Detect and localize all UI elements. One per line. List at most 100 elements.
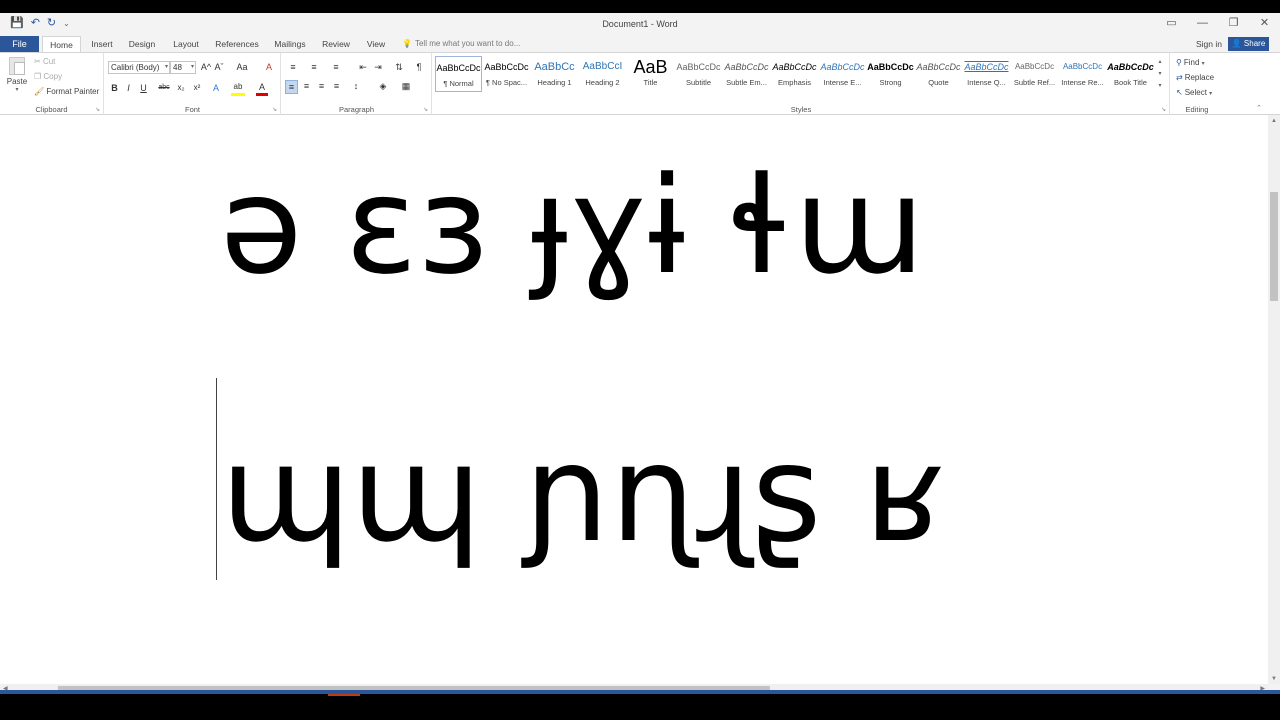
tab-layout[interactable]: Layout (167, 36, 205, 52)
find-button[interactable]: ⚲ Find ▾ (1176, 58, 1205, 67)
style-subtitle[interactable]: AaBbCcDc Subtitle (675, 56, 722, 92)
find-label: Find (1183, 58, 1200, 67)
style-name: Subtle Ref... (1013, 78, 1056, 87)
bullets-icon[interactable]: ≡ (285, 61, 301, 73)
style-book-title[interactable]: AaBbCcDc Book Title (1107, 56, 1154, 92)
align-left-icon[interactable]: ≡ (285, 80, 298, 94)
more-styles-icon[interactable]: ▾ (1156, 80, 1164, 92)
grow-font-button[interactable]: A^ (200, 61, 212, 73)
collapse-ribbon-icon[interactable]: ⌃ (1256, 104, 1262, 112)
shading-icon[interactable]: ◈ (376, 80, 390, 92)
styles-dialog-launcher-icon[interactable]: ↘ (1161, 106, 1166, 113)
font-color-button[interactable]: A (256, 81, 268, 96)
close-button[interactable]: ✕ (1249, 13, 1280, 36)
tab-insert[interactable]: Insert (86, 36, 118, 52)
text-effects-button[interactable]: A (210, 82, 222, 94)
tell-me-search[interactable]: 💡 Tell me what you want to do... (402, 36, 520, 52)
tab-mailings[interactable]: Mailings (269, 36, 311, 52)
document-line-1[interactable]: ə ɛɜ ɟɣɨ ɬɯ (220, 159, 924, 293)
style-emphasis[interactable]: AaBbCcDc Emphasis (771, 56, 818, 92)
restore-button[interactable]: ❐ (1218, 13, 1249, 36)
tab-file[interactable]: File (0, 36, 39, 52)
change-case-button[interactable]: Aa (233, 61, 251, 73)
vertical-scrollbar[interactable]: ▲ ▼ (1268, 115, 1280, 684)
scroll-up-icon[interactable]: ▲ (1268, 118, 1280, 124)
style-intense-quote[interactable]: AaBbCcDc Intense Q... (963, 56, 1010, 92)
clipboard-dialog-launcher-icon[interactable]: ↘ (95, 106, 100, 113)
styles-gallery: AaBbCcDc ¶ Normal AaBbCcDc ¶ No Spac... … (434, 56, 1158, 108)
tab-references[interactable]: References (212, 36, 262, 52)
word-window: 💾 ↶ ↻ ⌄ Document1 - Word ▭ — ❐ ✕ File Ho… (0, 13, 1280, 707)
paragraph-dialog-launcher-icon[interactable]: ↘ (423, 106, 428, 113)
superscript-button[interactable]: x² (191, 82, 203, 94)
styles-gallery-scroll[interactable]: ▴ ▾ ▾ (1156, 56, 1164, 94)
italic-button[interactable]: I (123, 82, 134, 94)
style-subtle-reference[interactable]: AaBbCcDc Subtle Ref... (1011, 56, 1058, 92)
style-heading-1[interactable]: AaBbCc Heading 1 (531, 56, 578, 92)
highlight-button[interactable]: ab (231, 81, 245, 96)
style-intense-reference[interactable]: AaBbCcDc Intense Re... (1059, 56, 1106, 92)
style-intense-emphasis[interactable]: AaBbCcDc Intense E... (819, 56, 866, 92)
font-size-combo[interactable]: 48 ▾ (170, 61, 196, 74)
lightbulb-icon: 💡 (402, 39, 412, 48)
style-heading-2[interactable]: AaBbCcI Heading 2 (579, 56, 626, 92)
style-name: Intense E... (823, 78, 862, 87)
paste-dropdown-icon[interactable]: ▾ (6, 86, 28, 93)
cut-button[interactable]: ✂ Cut (34, 57, 55, 66)
borders-icon[interactable]: ▦ (399, 80, 413, 92)
font-dialog-launcher-icon[interactable]: ↘ (272, 106, 277, 113)
document-canvas[interactable]: ə ɛɜ ɟɣɨ ɬɯ ɰɰ ɲɳɻʂ ʁ (0, 115, 1268, 684)
style-no-spacing[interactable]: AaBbCcDc ¶ No Spac... (483, 56, 530, 92)
style-name: Quote (928, 78, 949, 87)
style-strong[interactable]: AaBbCcDc Strong (867, 56, 914, 92)
tab-home[interactable]: Home (42, 36, 81, 53)
font-name-combo[interactable]: Calibri (Body) ▾ (108, 61, 170, 74)
style-subtle-emphasis[interactable]: AaBbCcDc Subtle Em... (723, 56, 770, 92)
style-sample: AaBbCcDc (867, 62, 914, 72)
scroll-down-icon[interactable]: ▼ (1268, 676, 1280, 682)
align-right-icon[interactable]: ≡ (315, 80, 328, 92)
style-name: Intense Q... (967, 78, 1006, 87)
line-spacing-icon[interactable]: ↕ (349, 80, 363, 92)
tab-view[interactable]: View (361, 36, 391, 52)
strikethrough-button[interactable]: abc (156, 82, 172, 94)
decrease-indent-icon[interactable]: ⇤ (357, 61, 369, 73)
format-painter-button[interactable]: 🖌 Format Painter (34, 87, 99, 96)
paste-button[interactable]: Paste ▾ (6, 57, 28, 93)
numbering-icon[interactable]: ≡ (306, 61, 322, 73)
paragraph-group-label: Paragraph (338, 105, 375, 114)
paste-label: Paste (6, 77, 28, 86)
style-name: Heading 2 (585, 78, 620, 87)
subscript-button[interactable]: x₂ (175, 82, 187, 94)
underline-button[interactable]: U (138, 82, 149, 94)
minimize-button[interactable]: — (1187, 13, 1218, 36)
increase-indent-icon[interactable]: ⇥ (372, 61, 384, 73)
copy-icon: ❐ (34, 72, 42, 81)
document-line-2[interactable]: ɰɰ ɲɳɻʂ ʁ (220, 427, 945, 561)
ribbon-display-options-icon[interactable]: ▭ (1156, 13, 1187, 36)
copy-button[interactable]: ❐ Copy (34, 72, 62, 81)
shrink-font-button[interactable]: Aˇ (213, 61, 225, 73)
select-cursor-icon: ↖ (1176, 88, 1183, 97)
tab-review[interactable]: Review (318, 36, 354, 52)
style-quote[interactable]: AaBbCcDc Quote (915, 56, 962, 92)
share-button[interactable]: 👤 Share (1228, 37, 1269, 51)
sign-in-link[interactable]: Sign in (1196, 36, 1222, 52)
style-title[interactable]: AaB Title (627, 56, 674, 92)
clear-formatting-button[interactable]: A (263, 61, 275, 73)
sort-icon[interactable]: ⇅ (393, 61, 405, 73)
chevron-down-icon[interactable]: ▾ (1156, 68, 1164, 80)
style-name: ¶ Normal (443, 79, 474, 88)
style-sample: AaBbCcDc (1107, 62, 1154, 72)
select-button[interactable]: ↖ Select ▾ (1176, 88, 1212, 97)
show-formatting-button[interactable]: ¶ (413, 61, 425, 73)
replace-button[interactable]: ⇄ Replace (1176, 73, 1214, 82)
bold-button[interactable]: B (109, 82, 120, 94)
multilevel-list-icon[interactable]: ≡ (328, 61, 344, 73)
justify-icon[interactable]: ≡ (330, 80, 343, 92)
chevron-up-icon[interactable]: ▴ (1156, 56, 1164, 68)
vertical-scroll-thumb[interactable] (1270, 192, 1278, 301)
align-center-icon[interactable]: ≡ (300, 80, 313, 92)
style-normal[interactable]: AaBbCcDc ¶ Normal (435, 56, 482, 92)
tab-design[interactable]: Design (124, 36, 160, 52)
